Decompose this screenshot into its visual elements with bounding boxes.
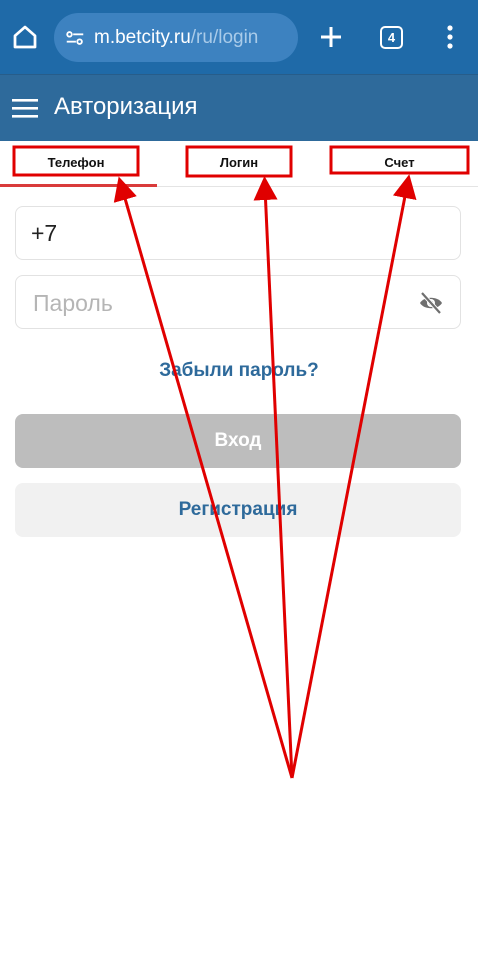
password-placeholder: Пароль — [33, 290, 113, 316]
address-bar[interactable]: m.betcity.ru/ru/login — [54, 13, 298, 62]
app-header: Авторизация — [0, 74, 478, 141]
hamburger-icon[interactable] — [12, 97, 38, 119]
tab-phone[interactable]: Телефон — [14, 155, 138, 170]
active-tab-indicator — [0, 184, 157, 187]
forgot-password-link[interactable]: Забыли пароль? — [0, 360, 478, 382]
browser-toolbar: m.betcity.ru/ru/login 4 — [0, 0, 478, 74]
tab-account[interactable]: Счет — [331, 155, 468, 170]
register-button[interactable]: Регистрация — [15, 483, 461, 537]
tab-switcher-button[interactable]: 4 — [380, 26, 403, 49]
plus-icon[interactable] — [316, 22, 346, 52]
login-button[interactable]: Вход — [15, 414, 461, 468]
url-domain: m.betcity.ru — [94, 26, 191, 48]
url-text: m.betcity.ru/ru/login — [94, 27, 258, 49]
home-icon[interactable] — [10, 22, 40, 52]
tab-count: 4 — [387, 30, 396, 45]
auth-tabs: Телефон Логин Счет — [0, 141, 478, 187]
phone-input-value: +7 — [31, 220, 58, 246]
url-path: /ru/login — [190, 26, 259, 48]
tab-login[interactable]: Логин — [187, 155, 291, 170]
phone-input[interactable]: +7 — [15, 206, 461, 260]
password-input[interactable]: Пароль — [15, 275, 461, 329]
tune-icon[interactable] — [64, 27, 86, 49]
page-title: Авторизация — [54, 93, 198, 120]
eye-off-icon[interactable] — [418, 291, 444, 315]
more-vert-icon[interactable] — [438, 22, 462, 52]
